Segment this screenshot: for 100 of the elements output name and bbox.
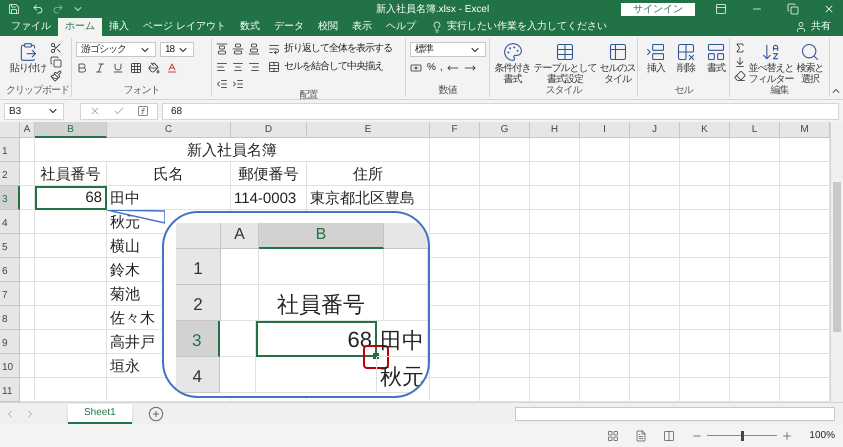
ribbon-tab[interactable]: 挿入 (102, 18, 136, 36)
column-header[interactable]: H (530, 122, 580, 138)
format-painter-icon[interactable] (50, 70, 62, 82)
enter-icon[interactable] (113, 105, 125, 117)
grid-cell (630, 330, 680, 354)
page-layout-icon[interactable] (635, 430, 648, 442)
middle-align-icon[interactable] (232, 42, 244, 54)
ribbon-tab[interactable]: 校閲 (310, 18, 345, 36)
grid-cell (20, 234, 35, 258)
zoom-in-icon[interactable] (781, 430, 794, 442)
align-right-icon[interactable] (248, 60, 260, 72)
border-icon[interactable] (130, 62, 142, 74)
grid-cell (580, 258, 630, 282)
sum-icon[interactable] (734, 42, 746, 54)
font-size-field[interactable]: 18 (160, 42, 194, 57)
wrap-text-button[interactable]: 折り返して全体を表示する (284, 42, 392, 55)
ribbon-tab[interactable]: ページ レイアウト (136, 18, 233, 36)
ribbon-display-icon[interactable] (715, 3, 727, 15)
cell-button[interactable]: 書式 (702, 42, 730, 74)
font-color-icon[interactable] (166, 62, 178, 74)
ribbon-tab[interactable]: ファイル (4, 18, 58, 36)
vertical-scrollbar[interactable] (830, 122, 843, 402)
percent-button[interactable]: % (427, 62, 435, 74)
cell-button[interactable]: 挿入 (642, 42, 670, 74)
row-header[interactable]: 1 (0, 138, 20, 162)
add-sheet-icon[interactable] (148, 406, 164, 422)
cancel-icon[interactable] (89, 105, 101, 117)
table-cell: 68 (35, 186, 107, 210)
grid-cell (580, 186, 630, 210)
row-header[interactable]: 11 (0, 378, 20, 402)
ribbon-tab[interactable]: ヘルプ (378, 18, 423, 36)
row-header[interactable]: 7 (0, 282, 20, 306)
cut-icon[interactable] (50, 42, 62, 54)
ribbon-tab[interactable]: ホーム (58, 18, 102, 36)
italic-icon[interactable] (94, 62, 106, 74)
eraser-icon[interactable] (734, 70, 746, 82)
copy-icon[interactable] (50, 56, 62, 68)
window-title: 新入社員名簿.xlsx - Excel (376, 2, 490, 16)
name-box[interactable]: B3 (4, 102, 64, 120)
grid-cell (480, 186, 530, 210)
edit-button[interactable]: 並べ替えとフィルター (748, 42, 794, 85)
formula-field[interactable]: 68 (162, 102, 839, 120)
row-header[interactable]: 10 (0, 354, 20, 378)
row-header[interactable]: 9 (0, 330, 20, 354)
column-header[interactable]: I (580, 122, 630, 138)
share-button[interactable]: 共有 (811, 18, 831, 36)
ribbon-tab[interactable]: 数式 (232, 18, 267, 36)
row-header[interactable]: 2 (0, 162, 20, 186)
normal-view-icon[interactable] (607, 430, 620, 442)
row-header[interactable]: 5 (0, 234, 20, 258)
fill-icon[interactable] (734, 56, 746, 68)
column-header[interactable]: D (231, 122, 307, 138)
cell-button[interactable]: 削除 (672, 42, 700, 74)
save-icon[interactable] (8, 3, 20, 15)
restore-icon[interactable] (787, 3, 799, 15)
column-header[interactable]: L (730, 122, 780, 138)
column-header[interactable]: E (307, 122, 430, 138)
fill-color-icon[interactable] (148, 62, 160, 74)
merge-center-button[interactable]: セルを結合して中央揃え (284, 60, 383, 73)
edit-button[interactable]: 検索と選択 (796, 42, 824, 85)
paste-button[interactable]: 貼り付け (8, 42, 48, 74)
column-header[interactable]: K (680, 122, 730, 138)
column-header[interactable]: J (630, 122, 680, 138)
column-header[interactable]: F (430, 122, 480, 138)
undo-icon[interactable] (32, 3, 44, 15)
row-header[interactable]: 4 (0, 210, 20, 234)
style-button[interactable]: 条件付き書式 (494, 42, 531, 85)
align-left-icon[interactable] (216, 60, 228, 72)
grid-cell (580, 306, 630, 330)
underline-icon[interactable] (112, 62, 124, 74)
sheet-title: 新入社員名簿 (187, 141, 277, 161)
ribbon-tab[interactable]: データ (266, 18, 311, 36)
bold-icon[interactable] (76, 62, 88, 74)
ribbon-tab[interactable]: 表示 (344, 18, 379, 36)
sign-in-button[interactable]: サインイン (621, 2, 695, 16)
number-format-field[interactable]: 標準 (410, 42, 486, 57)
align-center-icon[interactable] (232, 60, 244, 72)
column-header[interactable]: C (107, 122, 231, 138)
style-button[interactable]: セルのスタイル (599, 42, 636, 85)
row-header[interactable]: 3 (0, 186, 20, 210)
row-header[interactable]: 6 (0, 258, 20, 282)
top-align-icon[interactable] (216, 42, 228, 54)
column-header[interactable]: B (35, 122, 107, 138)
horizontal-scrollbar[interactable] (515, 406, 835, 420)
font-name-field[interactable]: 游ゴシック (76, 42, 156, 57)
insert-function-icon[interactable] (137, 105, 149, 117)
tell-me-field[interactable]: 実行したい作業を入力してください (446, 18, 607, 36)
sheet-tab[interactable]: Sheet1 (68, 404, 132, 424)
slider-thumb[interactable] (741, 430, 744, 440)
column-header[interactable]: G (480, 122, 530, 138)
bottom-align-icon[interactable] (248, 42, 260, 54)
increase-indent-icon[interactable] (232, 78, 244, 90)
style-button[interactable]: テーブルとして書式設定 (533, 42, 597, 85)
decrease-indent-icon[interactable] (216, 78, 228, 90)
comma-button[interactable]: , (440, 62, 442, 74)
close-icon[interactable] (823, 3, 835, 15)
page-break-icon[interactable] (663, 430, 676, 442)
zoom-slider[interactable] (707, 430, 778, 440)
row-header[interactable]: 8 (0, 306, 20, 330)
currency-icon[interactable] (410, 62, 422, 74)
